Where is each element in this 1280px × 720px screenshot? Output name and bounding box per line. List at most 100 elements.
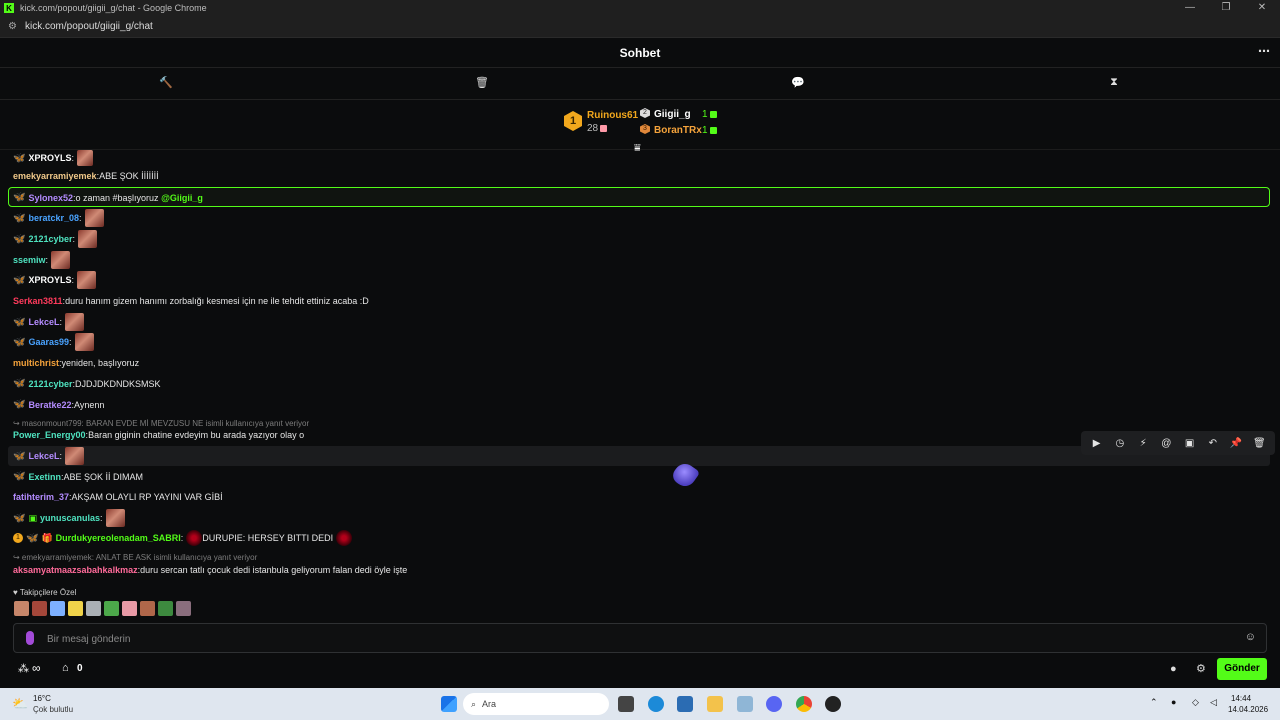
network-icon[interactable]: ◇ bbox=[1192, 697, 1199, 708]
ban-hammer-icon[interactable]: 🔨 bbox=[158, 76, 174, 89]
chat-message[interactable]: emekyarramiyemek: ABE ŞOK İİİİİİİ bbox=[13, 171, 159, 181]
url-text[interactable]: kick.com/popout/giigii_g/chat bbox=[25, 21, 153, 32]
edge-browser-icon[interactable] bbox=[648, 696, 664, 712]
emote-icon[interactable] bbox=[50, 601, 65, 616]
chat-message[interactable]: 🦋 Beratke22: Aynenn bbox=[13, 399, 104, 410]
pin-icon[interactable]: 📌 bbox=[1228, 438, 1244, 449]
chat-emote[interactable] bbox=[105, 509, 125, 527]
chat-message[interactable]: 🦋 XPROYLS: bbox=[13, 150, 93, 166]
leader-third-name[interactable]: BoranTRx bbox=[654, 125, 702, 136]
chat-username[interactable]: multichrist bbox=[13, 358, 59, 368]
chat-message[interactable]: 🦋 Gaaras99: bbox=[13, 333, 94, 351]
mention[interactable]: @Giigii_g bbox=[161, 193, 203, 203]
more-options-icon[interactable]: ⋯ bbox=[1258, 44, 1270, 58]
file-explorer-icon[interactable] bbox=[707, 696, 723, 712]
chat-emote[interactable] bbox=[51, 251, 71, 269]
store-icon[interactable]: ⌂ bbox=[62, 662, 69, 674]
chat-username[interactable]: yunuscanulas bbox=[40, 513, 100, 523]
slow-mode-icon[interactable]: ⧗ bbox=[1106, 76, 1122, 89]
chat-message[interactable]: 🦋 XPROYLS: bbox=[13, 271, 96, 289]
chat-username[interactable]: ssemiw bbox=[13, 255, 46, 265]
chat-emote[interactable] bbox=[65, 447, 84, 465]
chat-emote[interactable] bbox=[76, 271, 96, 289]
store-app-icon[interactable] bbox=[677, 696, 693, 712]
chat-message[interactable]: 🦋 Exetinn: ABE ŞOK İİ DIMAM bbox=[13, 471, 143, 482]
obs-icon[interactable] bbox=[825, 696, 841, 712]
chat-username[interactable]: aksamyatmaazsabahkalkmaz bbox=[13, 565, 138, 575]
weather-temp[interactable]: 16°C bbox=[33, 694, 51, 703]
chat-message[interactable]: 🦋 2121cyber: DJDJDKDNDKSMSK bbox=[13, 378, 161, 389]
chat-message[interactable]: 🦋 LekceL: bbox=[13, 447, 84, 465]
chat-message[interactable]: aksamyatmaazsabahkalkmaz: duru sercan ta… bbox=[13, 565, 407, 575]
chat-emote[interactable] bbox=[336, 530, 353, 546]
chat-bubble-icon[interactable]: ● bbox=[1170, 663, 1177, 675]
close-button[interactable]: ✕ bbox=[1244, 0, 1280, 16]
chat-message[interactable]: 🦋 Sylonex52: o zaman #başlıyoruz @Giigii… bbox=[13, 192, 203, 203]
emote-icon[interactable] bbox=[104, 601, 119, 616]
emote-icon[interactable] bbox=[140, 601, 155, 616]
clock-time[interactable]: 14:44 bbox=[1231, 694, 1251, 703]
chat-message[interactable]: ssemiw: bbox=[13, 251, 71, 269]
emote-icon[interactable] bbox=[158, 601, 173, 616]
clear-chat-icon[interactable]: 🗑 bbox=[474, 76, 490, 89]
chat-emote[interactable] bbox=[76, 150, 93, 166]
send-button[interactable]: Gönder bbox=[1217, 658, 1267, 680]
emote-icon[interactable] bbox=[68, 601, 83, 616]
chat-username[interactable]: emekyarramiyemek bbox=[13, 171, 97, 181]
chat-message[interactable]: 1 🦋 🎁 Durdukyereolenadam_SABRI: DURUPIE:… bbox=[13, 530, 353, 546]
taskbar-search[interactable]: ⌕ Ara bbox=[463, 693, 609, 715]
mic-tray-icon[interactable]: ● bbox=[1171, 697, 1176, 707]
chat-username[interactable]: Exetinn bbox=[28, 472, 61, 482]
volume-icon[interactable]: ◁ bbox=[1210, 697, 1217, 708]
chat-username[interactable]: beratckr_08 bbox=[28, 213, 79, 223]
chat-username[interactable]: LekceL bbox=[28, 317, 59, 327]
clock-date[interactable]: 14.04.2026 bbox=[1228, 705, 1268, 714]
chat-username[interactable]: LekceL bbox=[28, 451, 59, 461]
task-view-icon[interactable] bbox=[618, 696, 634, 712]
address-bar[interactable]: ⚙ kick.com/popout/giigii_g/chat bbox=[0, 16, 1280, 38]
chat-mode-icon[interactable]: 💬 bbox=[790, 76, 806, 89]
chat-message[interactable]: multichrist: yeniden, başlıyoruz bbox=[13, 358, 139, 368]
tray-chevron-icon[interactable]: ⌃ bbox=[1150, 697, 1158, 708]
reply-context[interactable]: ↪ emekyarramiyemek: ANLAT BE ASK isimli … bbox=[13, 553, 257, 562]
mention-icon[interactable]: @ bbox=[1158, 438, 1174, 449]
emote-icon[interactable] bbox=[122, 601, 137, 616]
chat-username[interactable]: Sylonex52 bbox=[28, 193, 73, 203]
minimize-button[interactable]: — bbox=[1172, 0, 1208, 16]
chat-message[interactable]: Power_Energy00: Baran giginin chatine ev… bbox=[13, 430, 304, 440]
play-icon[interactable]: ▶ bbox=[1089, 438, 1105, 449]
chat-username[interactable]: Serkan3811 bbox=[13, 296, 63, 306]
chat-username[interactable]: Beratke22 bbox=[28, 400, 71, 410]
chat-username[interactable]: fatihterim_37 bbox=[13, 492, 69, 502]
chat-emote[interactable] bbox=[74, 333, 94, 351]
leader-second-name[interactable]: Giigii_g bbox=[654, 109, 691, 120]
emote-icon[interactable] bbox=[176, 601, 191, 616]
chat-message[interactable]: fatihterim_37: AKŞAM OLAYLI RP YAYINI VA… bbox=[13, 492, 223, 502]
settings-app-icon[interactable] bbox=[737, 696, 753, 712]
delete-icon[interactable]: 🗑 bbox=[1251, 438, 1267, 449]
chat-message[interactable]: 🦋 beratckr_08: bbox=[13, 209, 104, 227]
copy-icon[interactable]: ▣ bbox=[1182, 438, 1198, 449]
chat-username[interactable]: 2121cyber bbox=[28, 379, 72, 389]
message-input[interactable] bbox=[47, 630, 1227, 648]
microphone-icon[interactable] bbox=[26, 631, 34, 645]
leader-first-name[interactable]: Ruinous61 bbox=[587, 110, 638, 121]
chat-username[interactable]: XPROYLS bbox=[28, 153, 71, 163]
chat-username[interactable]: Gaaras99 bbox=[28, 337, 69, 347]
ban-icon[interactable]: ⚡ bbox=[1135, 438, 1151, 449]
chat-emote[interactable] bbox=[84, 209, 104, 227]
chat-emote[interactable] bbox=[78, 230, 98, 248]
chat-username[interactable]: Durdukyereolenadam_SABRI bbox=[56, 533, 181, 543]
discord-icon[interactable] bbox=[766, 696, 782, 712]
chat-emote[interactable] bbox=[65, 313, 84, 331]
chat-emote[interactable] bbox=[186, 530, 203, 546]
site-settings-icon[interactable]: ⚙ bbox=[8, 21, 17, 32]
start-icon[interactable] bbox=[441, 696, 457, 712]
chat-message[interactable]: 🦋 2121cyber: bbox=[13, 230, 98, 248]
weather-desc[interactable]: Çok bulutlu bbox=[33, 705, 73, 714]
emote-icon[interactable] bbox=[86, 601, 101, 616]
reply-icon[interactable]: ↶ bbox=[1205, 438, 1221, 449]
chat-message[interactable]: Serkan3811: duru hanım gizem hanımı zorb… bbox=[13, 296, 369, 306]
timeout-icon[interactable]: ◷ bbox=[1112, 438, 1128, 449]
reply-context[interactable]: ↪ masonmount799: BARAN EVDE Mİ MEVZUSU N… bbox=[13, 419, 309, 428]
